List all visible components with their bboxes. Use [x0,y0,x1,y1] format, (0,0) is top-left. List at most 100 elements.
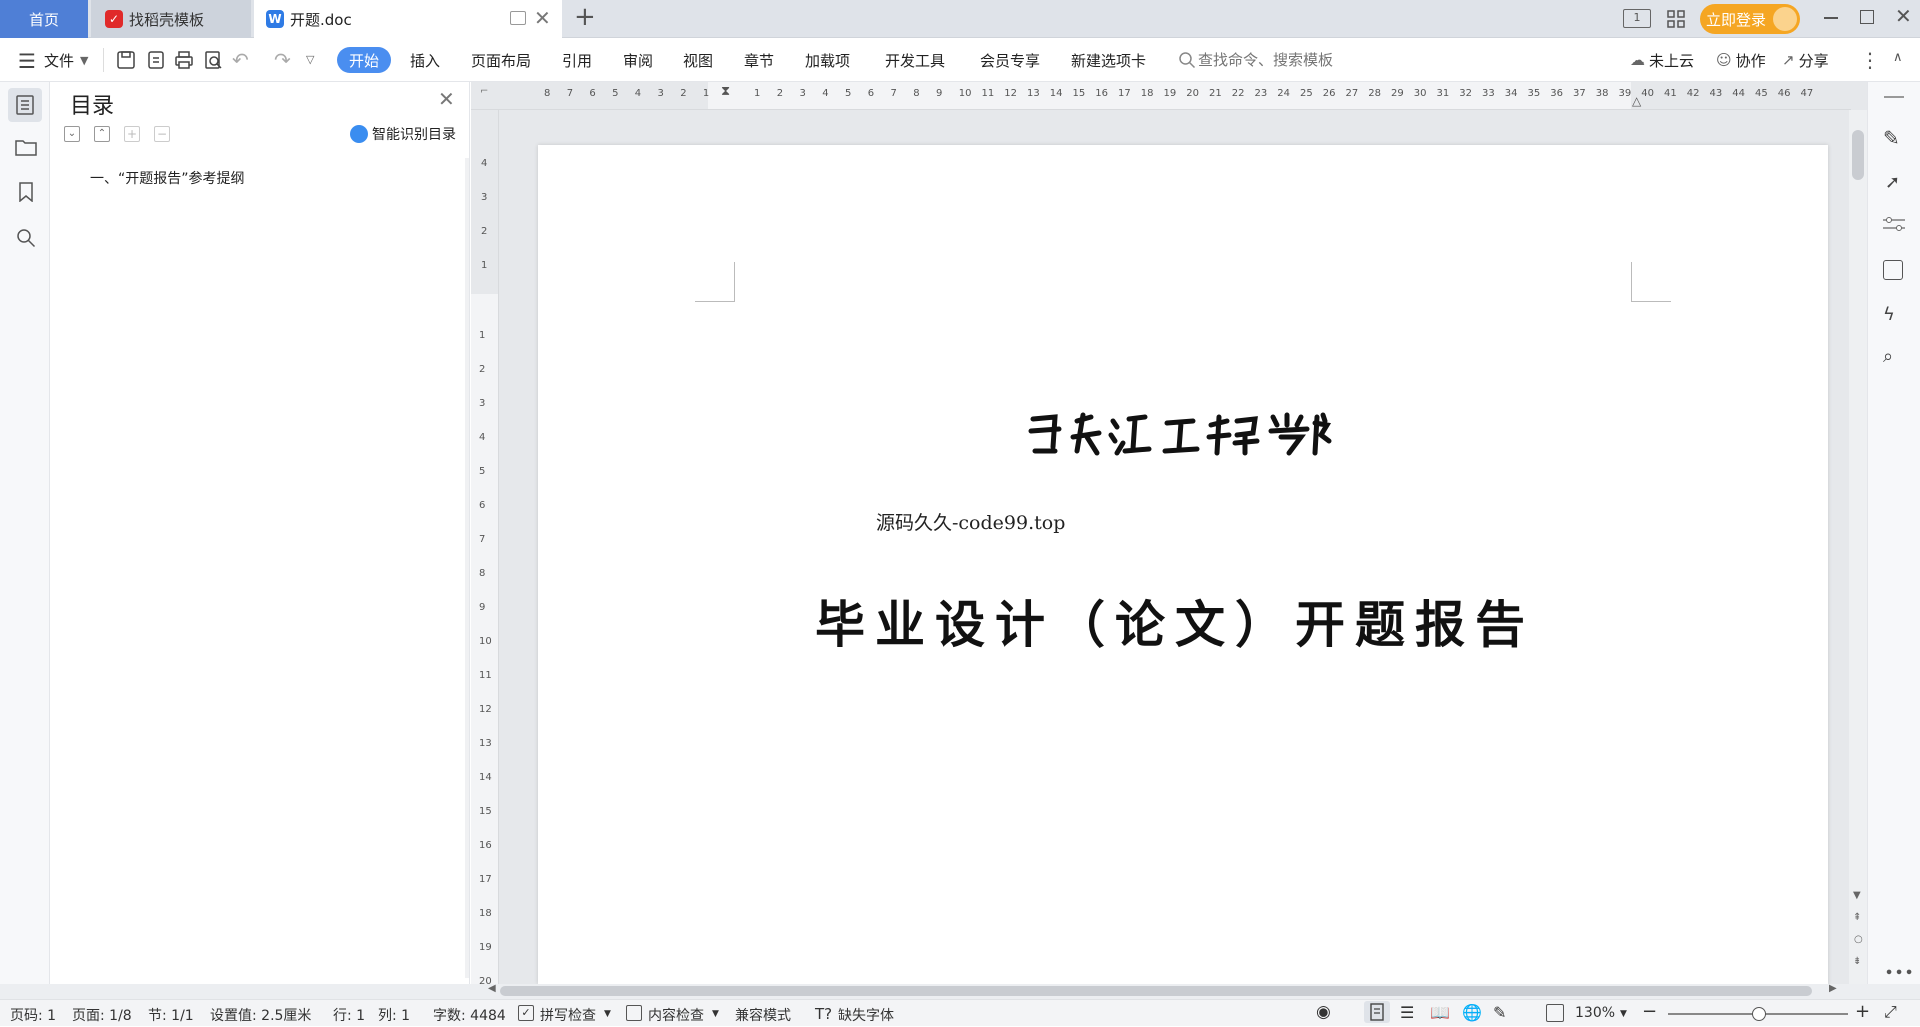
edit-pen-icon[interactable]: ✎ [1883,126,1900,150]
customize-toolbar-icon[interactable]: ▽ [306,53,314,66]
more-tools-icon[interactable]: ∙∙∙ [1884,962,1914,981]
next-page-icon[interactable]: ⇟ [1853,956,1861,967]
print-icon[interactable] [173,49,195,71]
zoom-in-icon[interactable]: + [1855,1001,1870,1022]
zoom-out-icon[interactable]: − [1642,1001,1657,1022]
collapse-all-icon[interactable]: ⌃ [94,126,110,142]
ribbon-tab-review[interactable]: 审阅 [623,38,653,82]
command-search-input[interactable] [1198,48,1398,72]
file-folder-icon[interactable] [15,138,37,160]
adjust-sliders-icon[interactable] [1881,216,1907,232]
lightning-icon[interactable]: ϟ [1883,304,1895,325]
ribbon-tab-view[interactable]: 视图 [683,38,713,82]
select-browse-icon[interactable]: ○ [1854,934,1863,945]
tab-home[interactable]: 首页 [0,0,88,38]
ruler-tick-label: 10 [958,88,972,99]
outline-view-icon[interactable]: ☰ [1400,1003,1414,1022]
ribbon-tab-references[interactable]: 引用 [562,38,592,82]
status-page-number[interactable]: 页码: 1 [10,1005,56,1025]
right-indent-marker-icon[interactable]: △ [1632,94,1641,108]
scroll-down-icon[interactable]: ▼ [1853,890,1861,901]
login-button[interactable]: 立即登录 [1700,4,1800,34]
new-tab-button[interactable]: + [574,2,596,32]
status-setting-value[interactable]: 设置值: 2.5厘米 [210,1005,311,1025]
tab-document[interactable]: W 开题.doc ✕ [254,0,562,38]
smart-toc-button[interactable]: 智能识别目录 [350,124,456,144]
status-word-count[interactable]: 字数: 4484 [433,1005,506,1025]
file-menu[interactable]: 文件 ▼ [44,38,88,82]
fit-page-icon[interactable] [1546,1004,1564,1022]
share-button[interactable]: ↗ 分享 [1782,38,1829,82]
ribbon-tab-developer[interactable]: 开发工具 [885,38,945,82]
ribbon-tab-addins[interactable]: 加载项 [805,38,850,82]
zoom-level[interactable]: 130% [1575,1005,1615,1021]
content-check-button[interactable]: 内容检查 [648,1005,704,1025]
scroll-left-icon[interactable]: ◀ [488,983,496,994]
more-options-icon[interactable]: ⋮ [1860,48,1880,72]
find-icon[interactable] [16,228,36,252]
ribbon-tab-new[interactable]: 新建选项卡 [1071,38,1146,82]
status-section[interactable]: 节: 1/1 [148,1005,194,1025]
document-page[interactable]: 源码久久-code99.top 毕业设计（论文）开题报告 [538,145,1828,984]
spell-check-button[interactable]: 拼写检查 [540,1005,596,1025]
vertical-scrollbar[interactable]: ▼ ⇞ ○ ⇟ [1849,110,1867,984]
status-row[interactable]: 行: 1 [333,1005,365,1025]
page-view-icon[interactable] [1364,1001,1390,1023]
tab-docer[interactable]: ✓ 找稻壳模板 [91,0,251,38]
ribbon-tab-page-layout[interactable]: 页面布局 [471,38,531,82]
undo-icon[interactable]: ↶ [232,48,249,72]
select-cursor-icon[interactable]: ➚ [1885,172,1900,193]
minimize-icon[interactable] [1824,17,1838,19]
collapse-ribbon-icon[interactable]: ∧ [1893,50,1903,65]
prev-page-icon[interactable]: ⇞ [1853,912,1861,923]
eye-protection-icon[interactable]: ◉ [1316,1002,1331,1022]
status-column[interactable]: 列: 1 [378,1005,410,1025]
save-icon[interactable] [115,49,137,71]
horizontal-ruler[interactable]: 87654321 1 2 3 4 5 6 7 8 9 10 11 12 13 14 15 16 17 18 19 20… [471,82,1851,110]
image-tools-icon[interactable] [1883,260,1903,280]
redo-icon[interactable]: ↷ [274,48,291,72]
close-panel-icon[interactable]: ✕ [438,87,455,111]
spell-dropdown-icon[interactable]: ▼ [604,1009,611,1019]
vertical-ruler[interactable]: 4321 1 2 3 4 5 6 7 8 9 10 11 12 13 14 15 16 17 18 19 20 [471,110,499,984]
expand-all-icon[interactable]: ⌄ [64,126,80,142]
menu-icon[interactable]: ☰ [18,49,36,73]
scroll-thumb[interactable] [1852,130,1864,180]
add-heading-icon[interactable]: + [124,126,140,142]
ruler-tick-label: 24 [1277,88,1290,99]
status-pages[interactable]: 页面: 1/8 [72,1005,132,1025]
toc-panel-icon[interactable] [8,88,42,122]
close-window-icon[interactable]: ✕ [1895,4,1912,28]
bookmark-icon[interactable] [18,182,34,206]
remove-heading-icon[interactable]: − [154,126,170,142]
layout-icon[interactable]: 1 [1623,9,1651,28]
ribbon-tab-chapter[interactable]: 章节 [744,38,774,82]
tab-stop-icon[interactable]: ⌐ [480,86,488,97]
restore-icon[interactable] [1860,10,1874,24]
ribbon-tab-insert[interactable]: 插入 [410,38,440,82]
drag-handle[interactable] [1884,96,1904,98]
export-pdf-icon[interactable] [145,49,167,71]
content-dropdown-icon[interactable]: ▼ [712,1009,719,1019]
reader-icon[interactable]: ⌕ [1883,346,1893,367]
horizontal-scroll-thumb[interactable] [500,986,1812,996]
reading-view-icon[interactable]: 📖 [1430,1003,1450,1022]
missing-font-button[interactable]: 缺失字体 [838,1005,894,1025]
panel-scrollbar[interactable] [465,158,469,978]
collaborate-button[interactable]: ☺ 协作 [1716,38,1766,82]
scroll-right-icon[interactable]: ▶ [1829,983,1837,994]
print-preview-icon[interactable] [202,49,224,71]
zoom-slider-thumb[interactable] [1752,1007,1766,1021]
pin-tab-icon[interactable] [510,11,526,25]
close-tab-icon[interactable]: ✕ [534,6,551,30]
cloud-status-button[interactable]: ☁ 未上云 [1630,38,1694,82]
toc-item[interactable]: 一、“开题报告”参考提纲 [90,168,245,188]
ribbon-tab-start[interactable]: 开始 [337,47,392,73]
pen-view-icon[interactable]: ✎ [1493,1003,1506,1022]
ribbon-tab-member[interactable]: 会员专享 [980,38,1040,82]
fullscreen-icon[interactable]: ⤢ [1884,1002,1897,1022]
zoom-dropdown-icon[interactable]: ▼ [1620,1009,1627,1019]
indent-marker-icon[interactable]: ⧗ [721,84,730,99]
web-view-icon[interactable]: 🌐 [1462,1003,1482,1022]
apps-grid-icon[interactable] [1666,9,1686,29]
